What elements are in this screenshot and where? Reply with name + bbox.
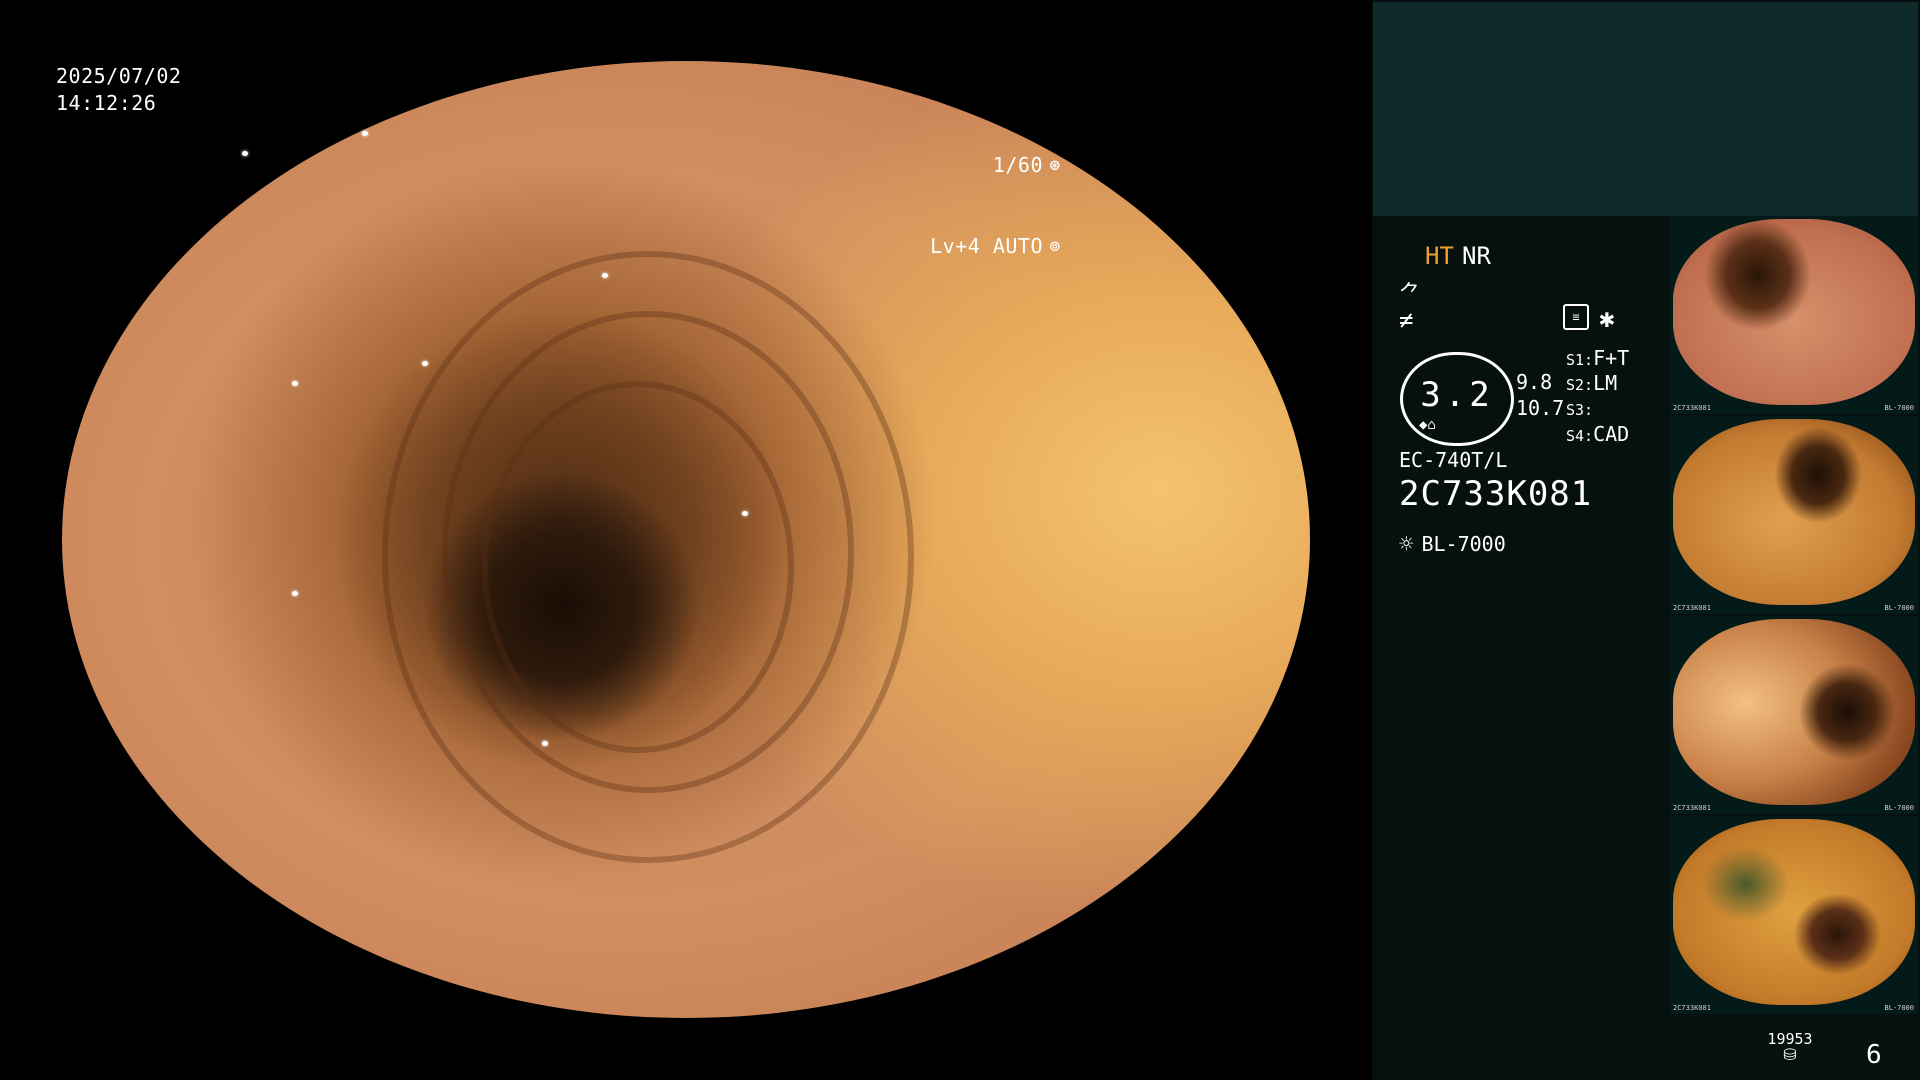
shutter-row: 1/60 ⊛: [930, 152, 1064, 179]
thumbnail-caption-left: 2C733K081: [1673, 804, 1711, 812]
level-row: Lv+4 AUTO ⊚: [930, 233, 1064, 260]
thumbnail-caption-left: 2C733K081: [1673, 604, 1711, 612]
captured-thumbnail-2[interactable]: 2C733K081 BL-7000: [1670, 416, 1918, 614]
param-value-1: 9.8: [1516, 370, 1553, 394]
zoom-indicator: 3.2 ◆⌂: [1400, 352, 1514, 446]
switch-1-assignment: S1:F+T: [1566, 346, 1629, 370]
scope-serial-text: 2C733K081: [1399, 474, 1593, 514]
light-reflection: [422, 361, 428, 366]
zoom-value-text: 3.2: [1420, 375, 1494, 415]
switch-1-key: S1:: [1566, 351, 1594, 369]
switch-4-assignment: S4:CAD: [1566, 422, 1629, 446]
date-text: 2025/07/02: [56, 64, 182, 88]
light-reflection: [292, 591, 298, 596]
storage-icon: ⛁: [1783, 1045, 1797, 1064]
structure-settings-icon: ≡: [1563, 304, 1589, 330]
thumbnail-caption-right: BL-7000: [1884, 604, 1914, 612]
captured-thumbnail-4[interactable]: 2C733K081 BL-7000: [1670, 816, 1918, 1014]
shutter-icon: ⊛: [1049, 154, 1061, 176]
switch-2-value: LM: [1593, 371, 1618, 395]
light-reflection: [542, 741, 548, 746]
time-text: 14:12:26: [56, 91, 157, 115]
light-reflection: [742, 511, 748, 516]
endoscopic-image: [62, 61, 1310, 1018]
captured-thumbnail-3[interactable]: 2C733K081 BL-7000: [1670, 616, 1918, 814]
light-reflection: [242, 151, 248, 156]
thumbnail-caption-right: BL-7000: [1884, 804, 1914, 812]
thumbnail-caption-right: BL-7000: [1884, 404, 1914, 412]
switch-1-value: F+T: [1593, 346, 1630, 370]
asterisk-icon: ✱: [1599, 304, 1615, 334]
switch-2-key: S2:: [1566, 376, 1594, 394]
endoscope-main-view: 2025/07/02 14:12:26 1/60 ⊛ Lv+4 AUTO ⊚: [0, 0, 1372, 1080]
nr-mode-indicator: NR: [1462, 242, 1491, 270]
light-source-icon: ☼: [1399, 530, 1414, 558]
switch-4-value: CAD: [1593, 422, 1630, 446]
light-reflection: [292, 381, 298, 386]
color-mode-icon: ≠: [1399, 306, 1414, 334]
switch-2-assignment: S2:LM: [1566, 371, 1617, 395]
param-value-2: 10.7: [1516, 396, 1565, 420]
switch-3-assignment: S3:: [1566, 396, 1593, 420]
thumbnail-caption-left: 2C733K081: [1673, 404, 1711, 412]
thumbnail-image: [1673, 619, 1915, 805]
thumbnail-caption-left: 2C733K081: [1673, 1004, 1711, 1012]
thumbnail-image: [1673, 219, 1915, 405]
zoom-tool-icon: ◆⌂: [1419, 417, 1436, 433]
light-source-row: ☼ BL-7000: [1399, 530, 1506, 558]
scope-model-text: EC-740T/L: [1399, 448, 1508, 472]
thumbnail-caption-right: BL-7000: [1884, 1004, 1914, 1012]
enhancement-icon: ⺈: [1399, 282, 1422, 307]
settings-info-column: HT NR ⺈ ≠ ≡ ✱ 9.8 10.7 S1:F+T S2:LM S3: …: [1372, 216, 1672, 1080]
frame-number-text: 6: [1866, 1040, 1882, 1070]
brightness-level-text: Lv+4 AUTO: [930, 234, 1043, 258]
switch-3-key: S3:: [1566, 401, 1594, 419]
storage-counter: 19953 ⛁: [1764, 1032, 1816, 1063]
light-reflection: [362, 131, 368, 136]
exposure-readout: 1/60 ⊛ Lv+4 AUTO ⊚: [930, 98, 1064, 314]
image-mask-bottom: [0, 1018, 1372, 1080]
panel-top-block: [1373, 2, 1918, 216]
switch-4-key: S4:: [1566, 427, 1594, 445]
shutter-speed-text: 1/60: [992, 153, 1043, 177]
light-source-text: BL-7000: [1421, 532, 1506, 556]
thumbnail-image: [1673, 419, 1915, 605]
light-reflection: [602, 273, 608, 278]
datetime-readout: 2025/07/02 14:12:26: [56, 63, 181, 117]
thumbnail-image: [1673, 819, 1915, 1005]
mucosal-fold: [482, 381, 794, 753]
ht-mode-indicator: HT: [1425, 242, 1454, 270]
iris-icon: ⊚: [1049, 235, 1061, 257]
captured-thumbnail-1[interactable]: 2C733K081 BL-7000: [1670, 216, 1918, 414]
image-mask-top: [0, 0, 1372, 61]
